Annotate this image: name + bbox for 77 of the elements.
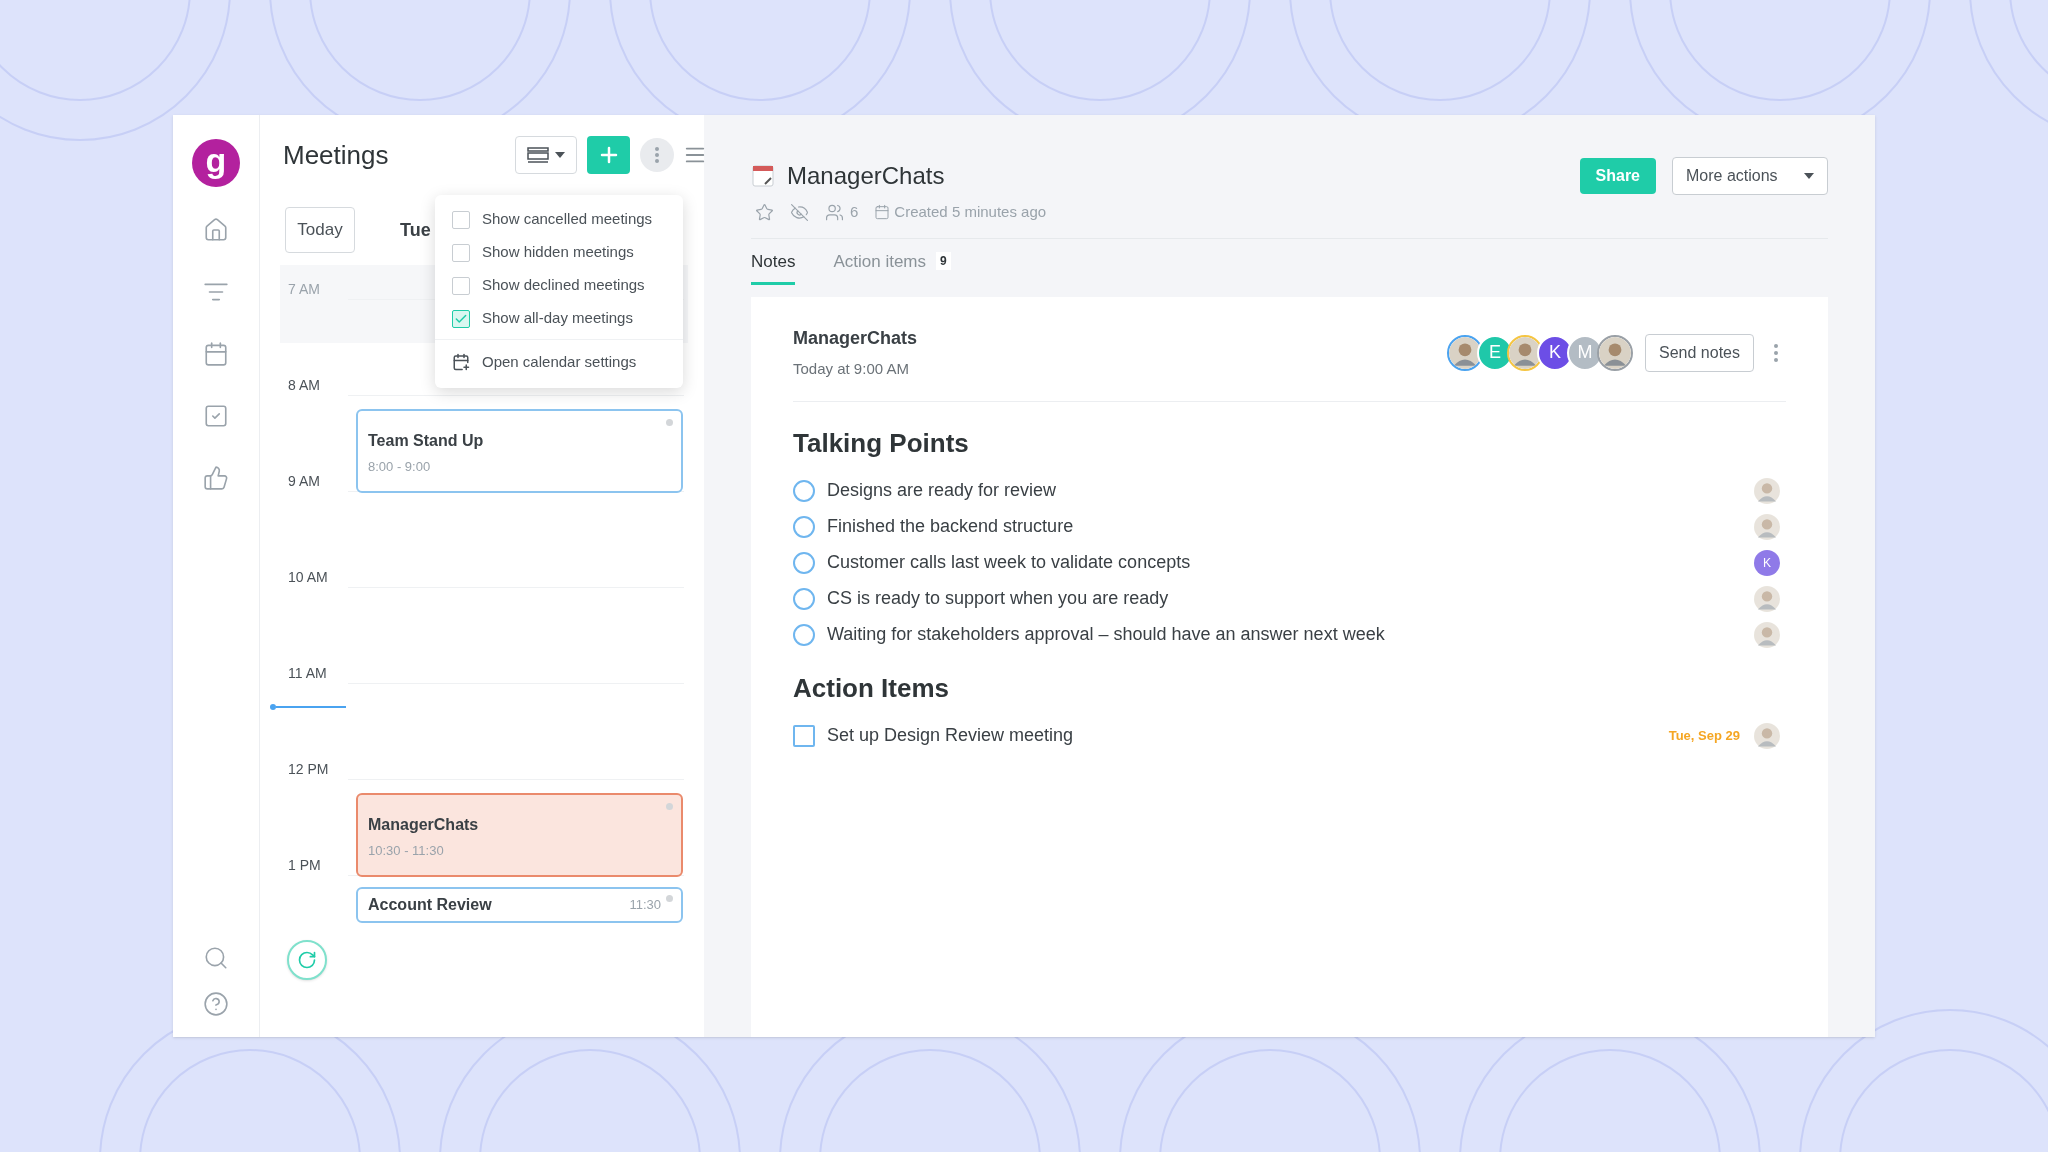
count-badge: 9: [936, 252, 951, 271]
hour-label: 8 AM: [288, 376, 321, 395]
hidden-icon[interactable]: [790, 202, 809, 222]
event-title: ManagerChats: [368, 814, 480, 835]
app-logo[interactable]: g: [192, 139, 240, 187]
refresh-icon: [297, 950, 317, 970]
assignee-avatar: [1754, 513, 1780, 540]
assignee-avatar: [1754, 477, 1780, 504]
caret-icon: [555, 152, 565, 158]
add-button[interactable]: [587, 136, 630, 174]
event-time: 11:30: [629, 895, 661, 914]
calendar-icon[interactable]: [203, 341, 229, 367]
assignee-avatar: K: [1754, 549, 1780, 576]
panel-title: Meetings: [283, 138, 390, 172]
section-heading: Action Items: [793, 671, 951, 705]
section-heading: Talking Points: [793, 426, 970, 460]
action-item-text: Set up Design Review meeting: [827, 724, 1075, 747]
help-icon[interactable]: [203, 991, 229, 1017]
event-card[interactable]: Account Review 11:30: [356, 886, 683, 923]
search-icon[interactable]: [203, 945, 229, 971]
more-button[interactable]: [640, 138, 674, 172]
event-time: 8:00 - 9:00: [368, 457, 432, 476]
star-icon[interactable]: [755, 202, 774, 222]
layout-icon: [527, 147, 549, 163]
talking-point-text: Waiting for stakeholders approval – should have an answer next week: [827, 623, 1386, 646]
event-title: Account Review: [368, 894, 492, 915]
menu-item[interactable]: Show cancelled meetings: [435, 203, 683, 236]
more-actions-button[interactable]: More actions: [1672, 157, 1828, 195]
hour-label: 7 AM: [288, 280, 321, 299]
menu-item[interactable]: Show all-day meetings: [435, 302, 683, 335]
thumbs-up-icon[interactable]: [203, 465, 229, 491]
more-icon[interactable]: [1774, 343, 1778, 362]
note-title: ManagerChats: [793, 327, 919, 350]
date-label: Tue: [400, 218, 431, 242]
assignee-avatar: [1754, 621, 1780, 648]
checkbox[interactable]: [452, 210, 470, 229]
tab[interactable]: Action items 9: [833, 248, 951, 285]
home-icon[interactable]: [203, 217, 229, 243]
attendee-count: 6: [850, 202, 859, 222]
assignee-avatar: [1754, 722, 1780, 749]
hour-label: 1 PM: [288, 856, 322, 875]
view-switcher[interactable]: [515, 136, 577, 174]
talking-point-text: CS is ready to support when you are ready: [827, 587, 1170, 610]
due-date: Tue, Sep 29: [1668, 726, 1740, 745]
checkbox[interactable]: [452, 243, 470, 262]
event-title: Team Stand Up: [368, 430, 485, 451]
calendar-settings-link[interactable]: Open calendar settings: [435, 344, 683, 380]
today-button[interactable]: Today: [285, 207, 355, 253]
assignee-avatar: [1754, 585, 1780, 612]
caret-icon: [1804, 173, 1814, 179]
event-card[interactable]: ManagerChats 10:30 - 11:30: [356, 792, 683, 877]
hour-label: 12 PM: [288, 760, 330, 779]
checkbox[interactable]: [452, 276, 470, 295]
note-subtitle: Today at 9:00 AM: [793, 359, 910, 379]
tab[interactable]: Notes: [751, 248, 796, 285]
send-notes-button[interactable]: Send notes: [1645, 333, 1754, 372]
checkbox-icon[interactable]: [203, 403, 229, 429]
menu-item[interactable]: Show hidden meetings: [435, 236, 683, 269]
more-icon: [655, 147, 659, 163]
calendar-icon: [874, 204, 891, 221]
meeting-title: ManagerChats: [787, 161, 946, 191]
checkbox[interactable]: [452, 309, 470, 328]
talking-point-text: Finished the backend structure: [827, 515, 1075, 538]
event-card[interactable]: Team Stand Up 8:00 - 9:00: [356, 408, 683, 493]
talking-point-text: Designs are ready for review: [827, 479, 1058, 502]
refresh-button[interactable]: [287, 940, 327, 980]
calendar-icon: [452, 353, 470, 371]
note-icon: [751, 164, 775, 188]
menu-item[interactable]: Show declined meetings: [435, 269, 683, 302]
event-time: 10:30 - 11:30: [368, 841, 445, 860]
talking-point-text: Customer calls last week to validate concepts: [827, 551, 1192, 574]
hour-label: 11 AM: [288, 664, 328, 683]
hour-label: 10 AM: [288, 568, 329, 587]
checkbox[interactable]: [793, 724, 815, 747]
hour-label: 9 AM: [288, 472, 321, 491]
people-icon: [825, 202, 844, 222]
created-label: Created 5 minutes ago: [894, 202, 1047, 222]
